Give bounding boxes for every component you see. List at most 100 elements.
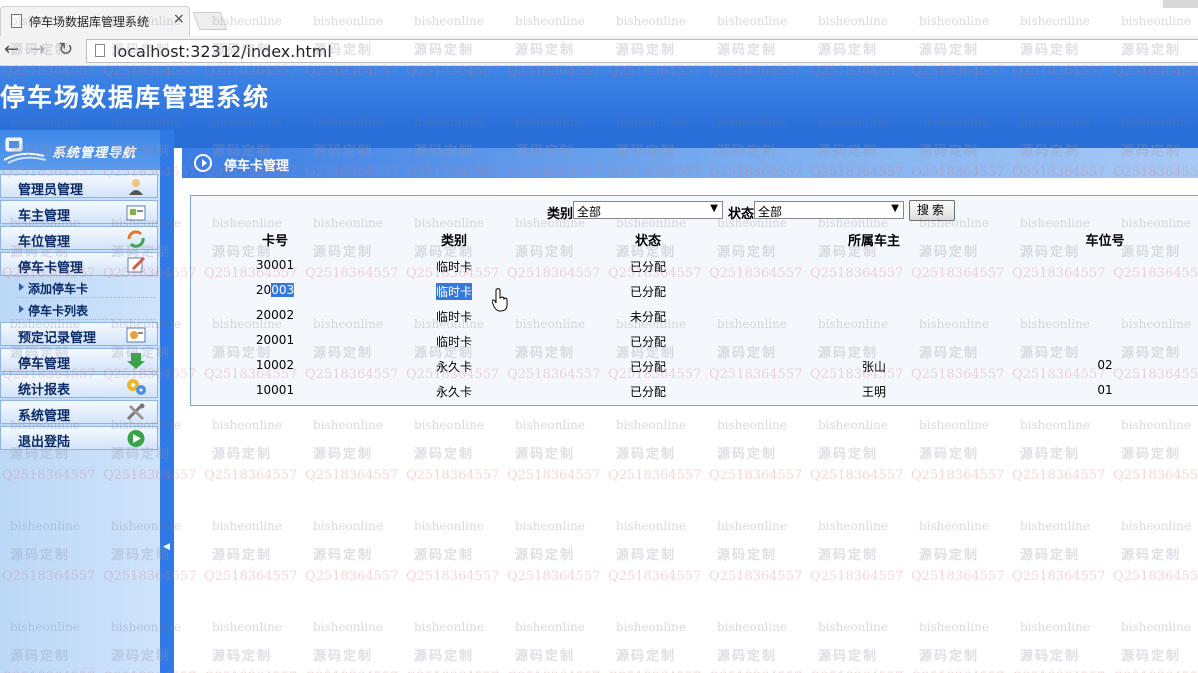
address-bar[interactable]: localhost:32312/index.html xyxy=(86,39,1198,63)
circle-arrow-icon xyxy=(194,154,212,172)
statistics-gear-icon xyxy=(127,379,146,395)
submenu-label: 停车卡列表 xyxy=(28,304,89,318)
chevron-down-icon: ▼ xyxy=(891,203,899,214)
parking-space-icon xyxy=(127,230,145,248)
main-content: 停车卡管理 类别 全部 ▼ 状态 全部 ▼ 搜索 卡号 类别 状态 所属车主 车… xyxy=(174,130,1198,673)
category-select[interactable]: 全部 ▼ xyxy=(573,201,723,219)
menu-item-owner[interactable]: 车主管理 xyxy=(0,200,158,224)
menu-label: 预定记录管理 xyxy=(18,331,97,346)
close-icon[interactable]: × xyxy=(173,11,185,27)
cell-card-no: 30001 xyxy=(255,258,295,272)
status-filter-label: 状态 xyxy=(728,207,755,222)
menu-item-parking[interactable]: 停车管理 xyxy=(0,348,158,372)
menu-label: 停车管理 xyxy=(18,357,71,372)
owner-card-icon xyxy=(126,205,146,221)
menu-label: 车位管理 xyxy=(18,235,71,250)
status-select-value: 全部 xyxy=(758,205,783,219)
cell-card-no: 20002 xyxy=(255,308,295,322)
menu-item-reservation[interactable]: 预定记录管理 xyxy=(0,322,158,346)
browser-tabstrip: 停车场数据库管理系统 × xyxy=(0,0,1198,36)
cell-status: 已分配 xyxy=(629,360,667,374)
page-icon xyxy=(11,14,22,28)
selected-text: 003 xyxy=(271,283,295,297)
menu-label: 系统管理 xyxy=(18,409,71,424)
cell-category-selected: 临时卡 xyxy=(435,283,473,300)
exit-play-icon xyxy=(127,430,145,447)
reservation-icon xyxy=(126,327,146,343)
content-top-strip xyxy=(174,130,1198,148)
back-arrow-icon[interactable]: ← xyxy=(4,39,19,60)
cell-space: 02 xyxy=(1097,358,1113,372)
column-header-space: 车位号 xyxy=(1085,234,1125,249)
category-filter-label: 类别 xyxy=(547,207,574,222)
menu-label: 管理员管理 xyxy=(18,183,84,198)
menu-item-system[interactable]: 系统管理 xyxy=(0,400,158,424)
panel-title: 停车卡管理 xyxy=(224,159,290,174)
menu-item-space[interactable]: 车位管理 xyxy=(0,226,158,250)
cell-category: 临时卡 xyxy=(435,260,473,274)
submenu-card-list[interactable]: 停车卡列表 xyxy=(16,300,156,320)
bullet-arrow-icon xyxy=(19,283,24,291)
app-banner: 停车场数据库管理系统 xyxy=(0,66,1198,130)
parking-card-icon xyxy=(127,256,146,273)
app-frame: 停车场数据库管理系统 系统管理导航 管理员管理 车主管理 车位管理 停车卡管理 … xyxy=(0,66,1198,673)
sidebar-collapse-bar[interactable] xyxy=(160,130,174,673)
card-list-grid: 类别 全部 ▼ 状态 全部 ▼ 搜索 卡号 类别 状态 所属车主 车位号 300… xyxy=(190,195,1198,406)
submenu-add-card[interactable]: 添加停车卡 xyxy=(16,278,156,298)
computer-logo-icon xyxy=(4,137,46,164)
cell-status: 已分配 xyxy=(629,385,667,399)
sidebar-title: 系统管理导航 xyxy=(52,146,137,161)
sidebar: 系统管理导航 管理员管理 车主管理 车位管理 停车卡管理 添加停车卡 停车卡列表… xyxy=(0,130,160,673)
cell-owner: 王明 xyxy=(861,385,887,399)
url-text: localhost:32312/index.html xyxy=(113,42,332,61)
menu-item-exit[interactable]: 退出登陆 xyxy=(0,426,158,450)
status-select[interactable]: 全部 ▼ xyxy=(754,201,904,219)
cell-space: 01 xyxy=(1097,383,1113,397)
cell-card-no: 10002 xyxy=(255,358,295,372)
cell-card-no: 20003 xyxy=(255,283,295,297)
parking-arrow-icon xyxy=(127,353,145,369)
cell-card-no: 10001 xyxy=(255,383,295,397)
cell-status: 已分配 xyxy=(629,335,667,349)
category-select-value: 全部 xyxy=(577,205,602,219)
tools-icon xyxy=(126,403,145,421)
column-header-card-no: 卡号 xyxy=(261,234,289,249)
column-header-status: 状态 xyxy=(634,234,662,249)
cell-category: 永久卡 xyxy=(435,360,473,374)
app-title: 停车场数据库管理系统 xyxy=(0,83,271,112)
page-icon xyxy=(95,44,105,57)
menu-label: 退出登陆 xyxy=(18,435,71,450)
menu-item-admin[interactable]: 管理员管理 xyxy=(0,174,158,198)
reload-icon[interactable]: ↻ xyxy=(58,39,73,60)
cell-category: 临时卡 xyxy=(435,335,473,349)
menu-item-statistics[interactable]: 统计报表 xyxy=(0,374,158,398)
cell-card-no: 20001 xyxy=(255,333,295,347)
menu-label: 统计报表 xyxy=(18,383,71,398)
sidebar-header: 系统管理导航 xyxy=(0,130,160,170)
search-button[interactable]: 搜索 xyxy=(909,200,955,221)
bullet-arrow-icon xyxy=(19,305,24,313)
admin-user-icon xyxy=(129,179,143,195)
menu-item-card[interactable]: 停车卡管理 xyxy=(0,252,158,276)
hand-cursor-icon xyxy=(492,288,508,312)
cell-owner: 张山 xyxy=(861,360,887,374)
panel-header: 停车卡管理 xyxy=(182,148,1198,178)
cell-status: 已分配 xyxy=(629,260,667,274)
cell-card-no-prefix: 20 xyxy=(255,283,272,297)
column-header-category: 类别 xyxy=(440,234,468,249)
submenu-label: 添加停车卡 xyxy=(28,282,89,296)
browser-tab[interactable]: 停车场数据库管理系统 × xyxy=(0,6,190,36)
new-tab-button[interactable] xyxy=(192,12,228,30)
cell-category: 永久卡 xyxy=(435,385,473,399)
chevron-down-icon: ▼ xyxy=(710,203,718,214)
cell-status: 未分配 xyxy=(629,310,667,324)
cell-category: 临时卡 xyxy=(435,310,473,324)
column-header-owner: 所属车主 xyxy=(847,234,901,249)
forward-arrow-icon[interactable]: → xyxy=(30,39,45,60)
cell-status: 已分配 xyxy=(629,285,667,299)
menu-label: 车主管理 xyxy=(18,209,71,224)
browser-toolbar: ← → ↻ localhost:32312/index.html xyxy=(0,36,1198,66)
collapse-arrow-icon[interactable]: ◀ xyxy=(163,542,170,552)
menu-label: 停车卡管理 xyxy=(18,261,84,276)
window-control[interactable] xyxy=(1163,0,1198,8)
